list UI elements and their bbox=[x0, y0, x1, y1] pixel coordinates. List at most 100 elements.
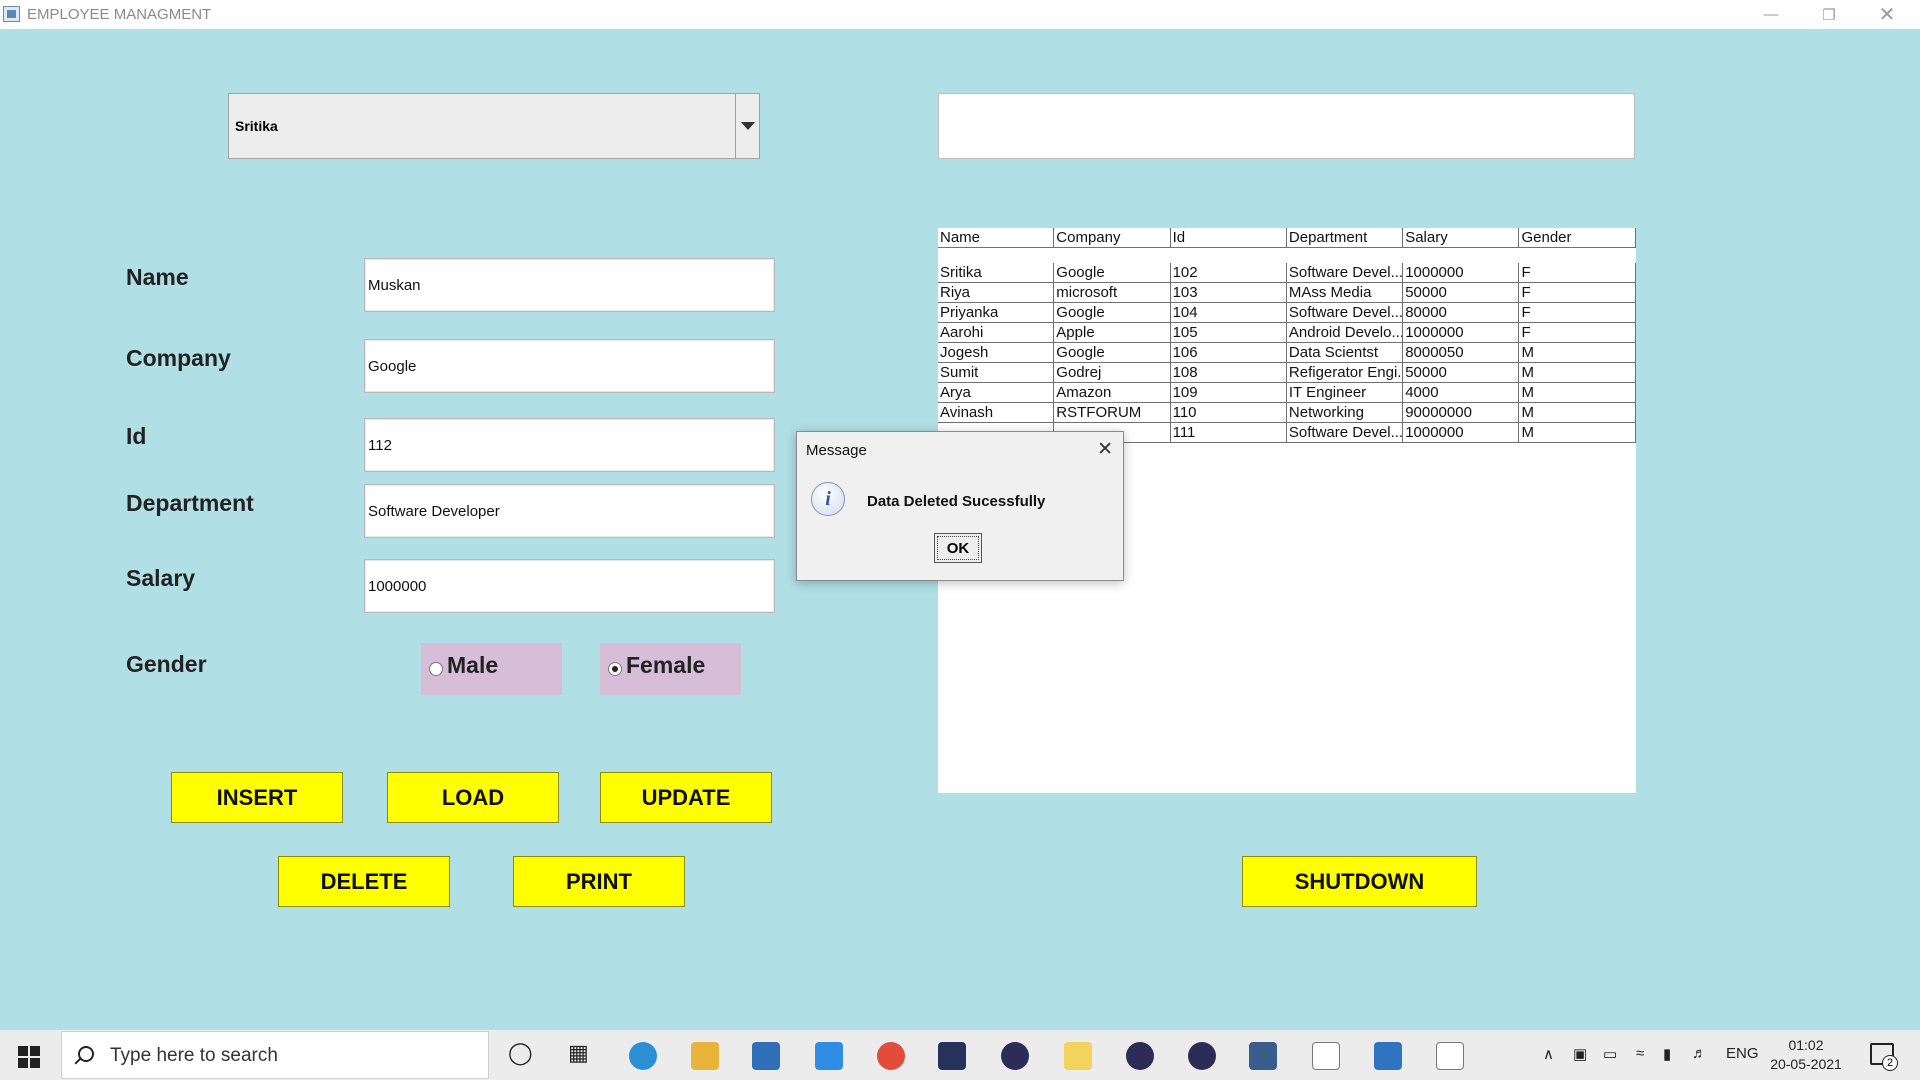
table-cell[interactable]: Amazon bbox=[1054, 383, 1171, 403]
table-cell[interactable]: 108 bbox=[1171, 363, 1287, 383]
table-cell[interactable]: Arya bbox=[938, 383, 1055, 403]
column-header[interactable]: Company bbox=[1054, 228, 1171, 248]
table-cell[interactable]: Data Scientst bbox=[1287, 343, 1404, 363]
table-cell[interactable]: Refigerator Engi... bbox=[1287, 363, 1404, 383]
print-button[interactable]: PRINT bbox=[513, 856, 685, 907]
file-explorer-icon[interactable] bbox=[691, 1042, 719, 1070]
table-cell[interactable]: M bbox=[1519, 423, 1636, 443]
table-cell[interactable]: Avinash bbox=[938, 403, 1055, 423]
ok-button[interactable]: OK bbox=[934, 533, 982, 563]
minimize-button[interactable]: — bbox=[1742, 0, 1800, 29]
table-cell[interactable]: 50000 bbox=[1403, 283, 1520, 303]
table-row[interactable]: Jogesh Google 106 Data Scientst 8000050 M bbox=[938, 343, 1636, 363]
salary-field[interactable] bbox=[364, 559, 775, 613]
language-indicator[interactable]: ENG bbox=[1726, 1045, 1759, 1062]
battery-icon[interactable]: ▮ bbox=[1663, 1045, 1671, 1063]
column-header[interactable]: Department bbox=[1287, 228, 1404, 248]
mysql-icon[interactable] bbox=[1249, 1042, 1277, 1070]
table-cell[interactable]: Google bbox=[1054, 343, 1171, 363]
table-cell[interactable]: 110 bbox=[1171, 403, 1287, 423]
eclipse-icon[interactable] bbox=[1188, 1042, 1216, 1070]
photos-icon[interactable] bbox=[1374, 1042, 1402, 1070]
table-cell[interactable]: 1000000 bbox=[1403, 263, 1520, 283]
table-cell[interactable]: MAss Media bbox=[1287, 283, 1404, 303]
mail-icon[interactable] bbox=[752, 1042, 780, 1070]
shield-icon[interactable] bbox=[1436, 1042, 1464, 1070]
table-cell[interactable]: M bbox=[1519, 383, 1636, 403]
table-cell[interactable]: 106 bbox=[1171, 343, 1287, 363]
id-field[interactable] bbox=[364, 418, 775, 472]
table-cell[interactable]: microsoft bbox=[1054, 283, 1171, 303]
update-button[interactable]: UPDATE bbox=[600, 772, 772, 823]
search-textbox[interactable] bbox=[938, 93, 1635, 159]
table-row[interactable]: Arya Amazon 109 IT Engineer 4000 M bbox=[938, 383, 1636, 403]
table-cell[interactable]: 50000 bbox=[1403, 363, 1520, 383]
column-header[interactable]: Gender bbox=[1519, 228, 1636, 248]
table-cell[interactable]: 102 bbox=[1171, 263, 1287, 283]
table-cell[interactable]: Riya bbox=[938, 283, 1055, 303]
column-header[interactable]: Id bbox=[1171, 228, 1287, 248]
table-row[interactable]: Riya microsoft 103 MAss Media 50000 F bbox=[938, 283, 1636, 303]
table-cell[interactable]: Software Devel... bbox=[1287, 303, 1404, 323]
table-cell[interactable]: Google bbox=[1054, 303, 1171, 323]
table-cell[interactable]: Software Devel... bbox=[1287, 263, 1404, 283]
table-cell[interactable]: Software Devel... bbox=[1287, 423, 1404, 443]
table-cell[interactable]: Jogesh bbox=[938, 343, 1055, 363]
edge-icon[interactable] bbox=[629, 1042, 657, 1070]
display-icon[interactable]: ▭ bbox=[1603, 1045, 1617, 1063]
notification-icon[interactable]: 2 bbox=[1870, 1043, 1898, 1071]
table-cell[interactable]: IT Engineer bbox=[1287, 383, 1404, 403]
task-view-icon[interactable]: ▦ bbox=[568, 1040, 589, 1066]
table-cell[interactable]: M bbox=[1519, 403, 1636, 423]
table-cell[interactable]: F bbox=[1519, 303, 1636, 323]
table-cell[interactable]: 4000 bbox=[1403, 383, 1520, 403]
female-radio-indicator[interactable] bbox=[608, 662, 622, 676]
table-cell[interactable]: 103 bbox=[1171, 283, 1287, 303]
table-cell[interactable]: Godrej bbox=[1054, 363, 1171, 383]
employee-combobox[interactable]: Sritika bbox=[228, 93, 760, 159]
table-cell[interactable]: 80000 bbox=[1403, 303, 1520, 323]
table-cell[interactable]: 105 bbox=[1171, 323, 1287, 343]
table-cell[interactable]: 8000050 bbox=[1403, 343, 1520, 363]
table-cell[interactable]: Aarohi bbox=[938, 323, 1055, 343]
restore-button[interactable]: ❐ bbox=[1800, 0, 1858, 29]
table-cell[interactable]: 1000000 bbox=[1403, 323, 1520, 343]
table-cell[interactable]: Sritika bbox=[938, 263, 1055, 283]
table-cell[interactable]: RSTFORUM bbox=[1054, 403, 1171, 423]
table-cell[interactable]: F bbox=[1519, 263, 1636, 283]
column-header[interactable]: Name bbox=[938, 228, 1055, 248]
wifi-icon[interactable]: ≈ bbox=[1636, 1045, 1644, 1062]
close-button[interactable]: ✕ bbox=[1858, 0, 1916, 29]
vscode-icon[interactable] bbox=[815, 1042, 843, 1070]
table-row[interactable]: Avinash RSTFORUM 110 Networking 90000000 M bbox=[938, 403, 1636, 423]
table-cell[interactable]: Priyanka bbox=[938, 303, 1055, 323]
table-cell[interactable]: 90000000 bbox=[1403, 403, 1520, 423]
table-cell[interactable]: M bbox=[1519, 363, 1636, 383]
name-field[interactable] bbox=[364, 258, 775, 312]
female-radio[interactable]: Female bbox=[600, 643, 741, 695]
table-row[interactable]: Sritika Google 102 Software Devel... 1000000… bbox=[938, 263, 1636, 283]
cortana-icon[interactable]: ◯ bbox=[508, 1040, 533, 1066]
table-cell[interactable]: 104 bbox=[1171, 303, 1287, 323]
load-button[interactable]: LOAD bbox=[387, 772, 559, 823]
delete-button[interactable]: DELETE bbox=[278, 856, 450, 907]
table-row[interactable]: Sumit Godrej 108 Refigerator Engi... 50000 M bbox=[938, 363, 1636, 383]
table-cell[interactable]: M bbox=[1519, 343, 1636, 363]
devcpp-icon[interactable] bbox=[938, 1042, 966, 1070]
table-cell[interactable]: Android Develo... bbox=[1287, 323, 1404, 343]
shield-icon[interactable] bbox=[1312, 1042, 1340, 1070]
table-cell[interactable]: Sumit bbox=[938, 363, 1055, 383]
windows-start-icon[interactable] bbox=[18, 1046, 40, 1068]
chevron-up-icon[interactable]: ∧ bbox=[1543, 1045, 1554, 1063]
eclipse-icon[interactable] bbox=[1001, 1042, 1029, 1070]
insert-button[interactable]: INSERT bbox=[171, 772, 343, 823]
table-cell[interactable]: F bbox=[1519, 323, 1636, 343]
volume-icon[interactable]: ♬ bbox=[1692, 1045, 1707, 1062]
dropdown-arrow-icon[interactable] bbox=[735, 94, 759, 158]
clock[interactable]: 01:02 20-05-2021 bbox=[1768, 1036, 1844, 1074]
table-cell[interactable]: 111 bbox=[1171, 423, 1287, 443]
column-header[interactable]: Salary bbox=[1403, 228, 1520, 248]
table-cell[interactable]: Google bbox=[1054, 263, 1171, 283]
python-icon[interactable] bbox=[1064, 1042, 1092, 1070]
chrome-icon[interactable] bbox=[877, 1042, 905, 1070]
